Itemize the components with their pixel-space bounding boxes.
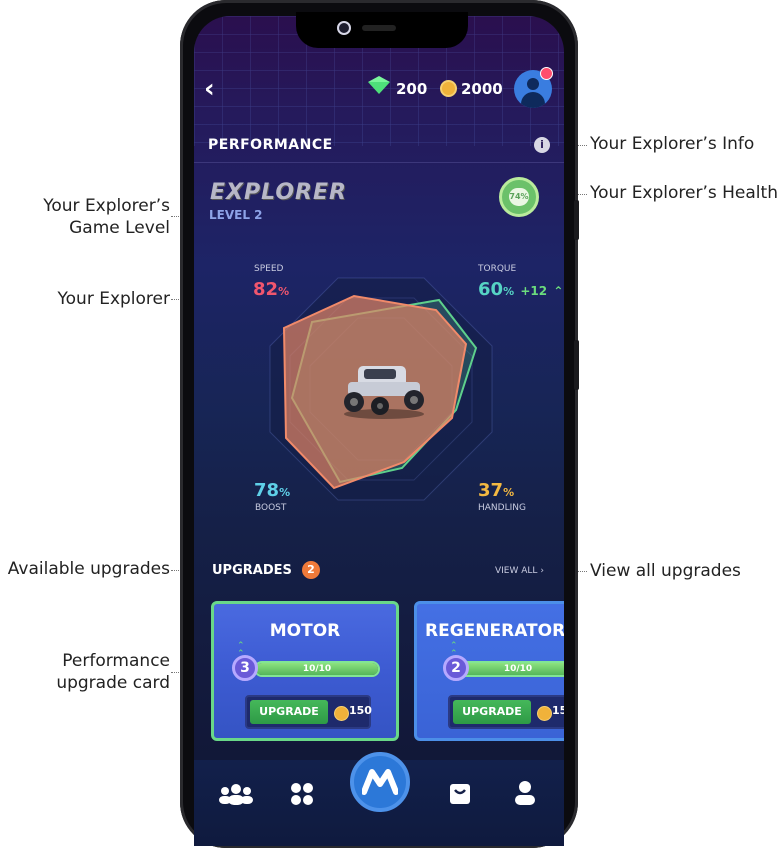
annotation-info: Your Explorer’s Info xyxy=(590,134,755,154)
coin-count: 2000 xyxy=(461,80,503,98)
upgrade-progress-text: 10/10 xyxy=(302,664,332,674)
side-button xyxy=(574,340,579,390)
divider xyxy=(194,162,564,163)
community-icon[interactable] xyxy=(218,782,254,806)
handling-unit: % xyxy=(503,486,515,499)
torque-bonus: +12 xyxy=(520,284,548,298)
upgrade-progress-text: 10/10 xyxy=(503,664,533,674)
upgrade-button-label: UPGRADE xyxy=(250,700,328,724)
upgrade-progress-bar: 10/10 xyxy=(254,661,380,677)
gem-count: 200 xyxy=(396,80,428,98)
explorer-level: LEVEL 2 xyxy=(209,208,263,222)
upgrades-title: UPGRADES xyxy=(212,563,292,578)
home-logo-button[interactable] xyxy=(350,752,410,812)
annotation-explorer: Your Explorer xyxy=(57,289,170,309)
annotation-card: Performance upgrade card xyxy=(56,651,170,693)
coin-icon xyxy=(440,80,457,97)
double-chevron-up-icon: ⌃ xyxy=(553,284,564,298)
upgrade-card[interactable]: MOTOR ⌃ ⌃ 10/10 3 UPGRADE 150 xyxy=(211,601,399,741)
front-camera xyxy=(337,21,351,35)
upgrade-card-title: REGENERATOR xyxy=(425,621,564,641)
home-logo-icon xyxy=(362,769,398,795)
apps-icon[interactable] xyxy=(290,782,314,806)
upgrade-price: 150 xyxy=(552,704,564,717)
page-title: PERFORMANCE xyxy=(208,137,333,153)
coin-icon xyxy=(334,706,349,721)
upgrade-button-label: UPGRADE xyxy=(453,700,531,724)
upgrade-button[interactable]: UPGRADE 150 xyxy=(245,695,372,729)
torque-unit: % xyxy=(503,285,515,298)
upgrade-card-clip: REGENERATOR ⌃⌃ 10/10 2 UPGRADE 150 xyxy=(414,601,564,741)
shop-icon[interactable] xyxy=(448,780,472,806)
info-icon[interactable]: i xyxy=(534,137,550,153)
annotation-available-upgrades: Available upgrades xyxy=(7,559,170,579)
side-button xyxy=(574,200,579,240)
view-all-label: VIEW ALL xyxy=(495,566,538,576)
notification-dot xyxy=(540,67,553,80)
back-chevron-icon[interactable]: ‹ xyxy=(204,74,215,104)
health-indicator[interactable]: 74% xyxy=(499,177,539,217)
upgrade-price: 150 xyxy=(349,704,372,717)
annotation-health: Your Explorer’s Health xyxy=(590,183,778,203)
view-all-link[interactable]: VIEW ALL › xyxy=(495,566,544,576)
heart-icon: 74% xyxy=(509,188,529,206)
gem-icon xyxy=(368,76,390,94)
explorer-car-image xyxy=(344,366,424,419)
upgrade-level-badge: 2 xyxy=(443,655,469,681)
annotation-view-all: View all upgrades xyxy=(590,561,741,581)
explorer-name: EXPLORER xyxy=(210,180,347,205)
profile-icon[interactable] xyxy=(513,780,537,806)
chevron-right-icon: › xyxy=(540,566,544,576)
upgrades-count-badge: 2 xyxy=(302,561,320,579)
upgrade-progress-bar: 10/10 xyxy=(455,661,564,677)
earpiece xyxy=(362,25,396,31)
annotation-game-level-text: Your Explorer’s Game Level xyxy=(43,196,170,238)
health-value: 74% xyxy=(509,192,529,201)
coin-icon xyxy=(537,706,552,721)
upgrade-card-title: MOTOR xyxy=(269,621,341,641)
upgrade-level-badge: 3 xyxy=(232,655,258,681)
upgrade-card[interactable]: REGENERATOR ⌃⌃ 10/10 2 UPGRADE 150 xyxy=(414,601,564,741)
annotation-game-level: Your Explorer’s Game Level xyxy=(0,195,170,239)
upgrade-button[interactable]: UPGRADE 150 xyxy=(448,695,564,729)
